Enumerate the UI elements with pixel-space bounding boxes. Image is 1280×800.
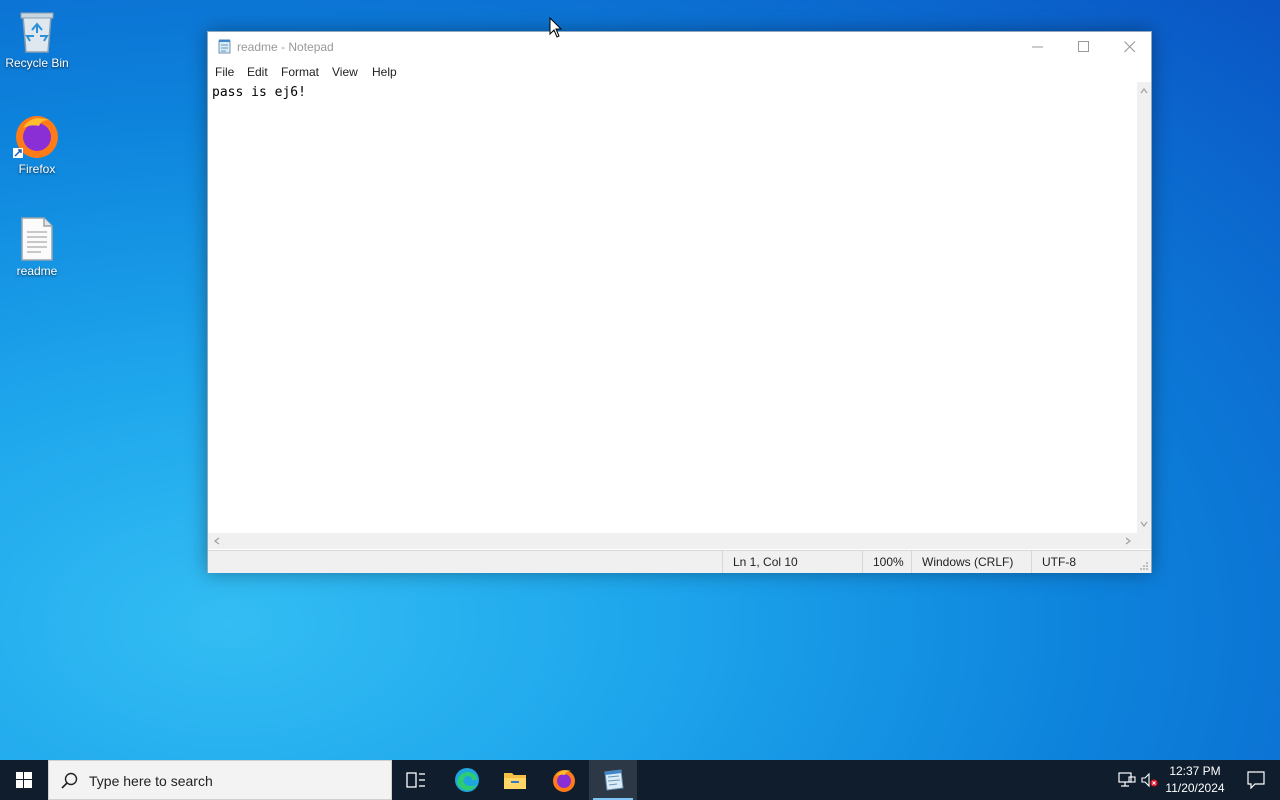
scrollbar-corner bbox=[1137, 533, 1151, 549]
status-encoding: UTF-8 bbox=[1031, 551, 1142, 573]
status-bar: Ln 1, Col 10 100% Windows (CRLF) UTF-8 bbox=[208, 550, 1151, 573]
vertical-scrollbar[interactable] bbox=[1137, 82, 1151, 533]
menu-bar: File Edit Format View Help bbox=[208, 62, 1151, 82]
clock-date: 11/20/2024 bbox=[1165, 781, 1225, 795]
minimize-button[interactable] bbox=[1015, 32, 1061, 62]
firefox-icon bbox=[553, 770, 575, 792]
menu-edit[interactable]: Edit bbox=[247, 65, 268, 79]
taskbar: Type here to search 12:37 PM 11/20/2024 bbox=[0, 760, 1280, 800]
menu-help[interactable]: Help bbox=[372, 65, 397, 79]
notepad-icon bbox=[218, 39, 231, 54]
scroll-down-icon[interactable] bbox=[1137, 517, 1151, 531]
menu-view[interactable]: View bbox=[332, 65, 358, 79]
desktop-icon-label: readme bbox=[16, 264, 58, 278]
window-title: readme - Notepad bbox=[237, 40, 334, 54]
horizontal-scrollbar[interactable] bbox=[208, 533, 1137, 549]
firefox-icon bbox=[13, 116, 58, 158]
scroll-up-icon[interactable] bbox=[1137, 84, 1151, 98]
task-view-icon bbox=[406, 772, 425, 788]
windows-logo-icon bbox=[16, 772, 32, 788]
close-button[interactable] bbox=[1107, 32, 1153, 62]
minimize-icon bbox=[1032, 46, 1043, 48]
document-text: pass is ej6! bbox=[212, 85, 306, 100]
taskbar-edge[interactable] bbox=[443, 760, 491, 800]
task-view-button[interactable] bbox=[392, 760, 440, 800]
search-icon bbox=[61, 772, 78, 789]
status-position: Ln 1, Col 10 bbox=[722, 551, 863, 573]
status-line-ending: Windows (CRLF) bbox=[911, 551, 1032, 573]
taskbar-clock[interactable]: 12:37 PM 11/20/2024 bbox=[1160, 763, 1230, 797]
maximize-button[interactable] bbox=[1061, 32, 1107, 62]
maximize-icon bbox=[1078, 41, 1089, 52]
action-center-button[interactable] bbox=[1232, 760, 1280, 800]
desktop-icon-label: Recycle Bin bbox=[5, 56, 69, 70]
scroll-right-icon[interactable] bbox=[1121, 533, 1135, 549]
mouse-cursor-icon bbox=[549, 17, 563, 38]
resize-grip-icon[interactable] bbox=[1139, 561, 1149, 571]
desktop-icon-readme[interactable]: readme bbox=[1, 216, 73, 278]
text-editor[interactable]: pass is ej6! bbox=[208, 82, 1137, 533]
notification-icon bbox=[1247, 771, 1265, 789]
desktop-icon-recycle-bin[interactable]: Recycle Bin bbox=[1, 8, 73, 70]
search-placeholder: Type here to search bbox=[89, 773, 213, 789]
scroll-left-icon[interactable] bbox=[210, 533, 224, 549]
status-zoom: 100% bbox=[862, 551, 913, 573]
text-file-icon bbox=[21, 217, 53, 261]
taskbar-notepad[interactable] bbox=[589, 760, 637, 800]
menu-file[interactable]: File bbox=[215, 65, 234, 79]
network-icon[interactable] bbox=[1118, 772, 1136, 788]
notepad-window: readme - Notepad File Edit Format View H… bbox=[207, 31, 1152, 573]
close-icon bbox=[1124, 41, 1136, 53]
volume-muted-icon[interactable] bbox=[1141, 772, 1159, 788]
clock-time: 12:37 PM bbox=[1169, 764, 1221, 778]
file-explorer-icon bbox=[504, 773, 526, 789]
notepad-icon bbox=[604, 769, 624, 791]
title-bar[interactable]: readme - Notepad bbox=[208, 32, 1151, 62]
recycle-bin-icon bbox=[20, 12, 54, 53]
desktop-icon-firefox[interactable]: Firefox bbox=[1, 112, 73, 176]
edge-icon bbox=[455, 768, 479, 792]
taskbar-file-explorer[interactable] bbox=[491, 760, 539, 800]
taskbar-firefox[interactable] bbox=[540, 760, 588, 800]
start-button[interactable] bbox=[0, 760, 48, 800]
taskbar-search-box[interactable]: Type here to search bbox=[48, 760, 392, 800]
menu-format[interactable]: Format bbox=[281, 65, 319, 79]
desktop-icon-label: Firefox bbox=[18, 162, 56, 176]
